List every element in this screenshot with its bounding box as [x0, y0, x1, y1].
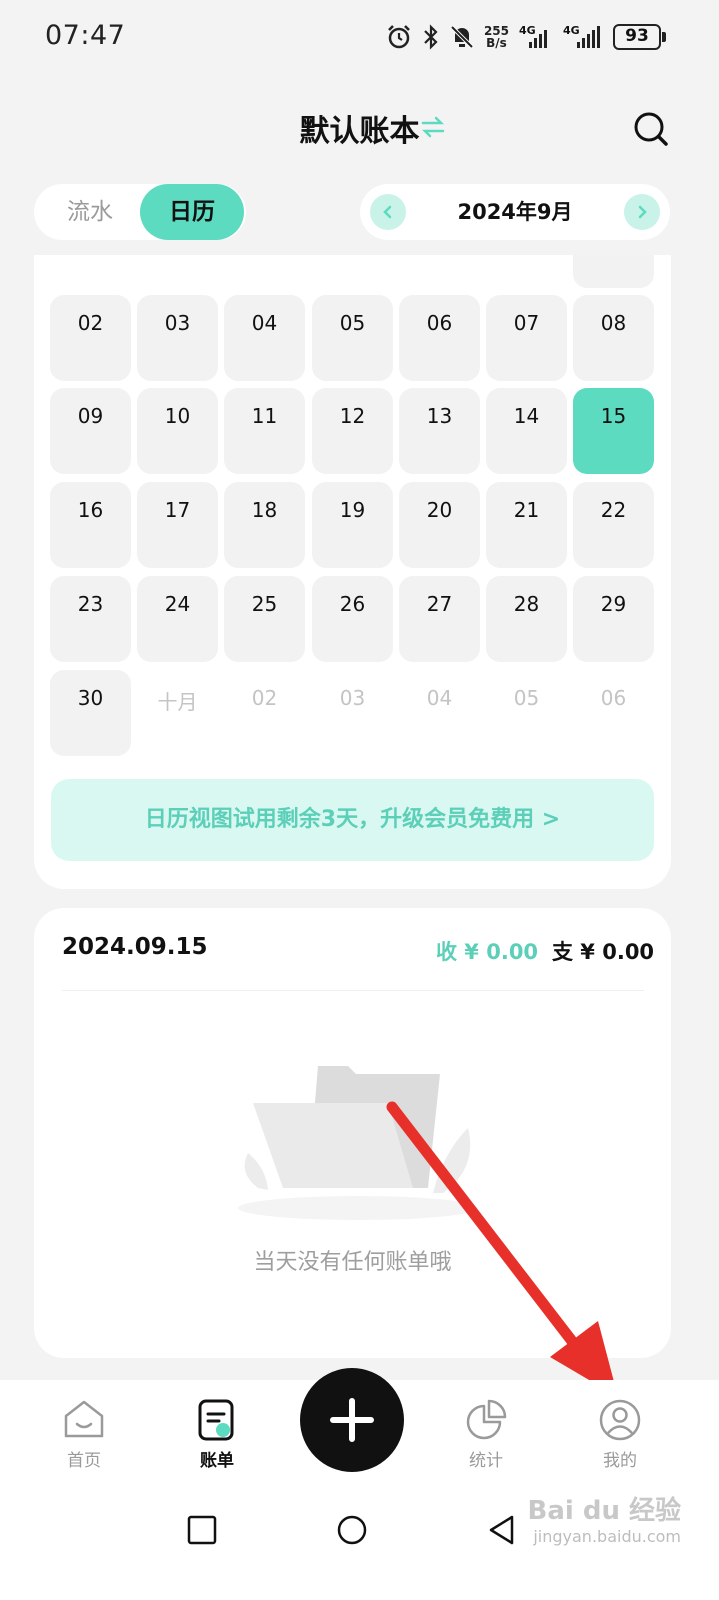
- expense-total: 支 ¥ 0.00: [552, 940, 655, 964]
- tab-label-bills: 账单: [200, 1451, 234, 1471]
- calendar-day[interactable]: 06: [573, 670, 654, 756]
- user-icon: [599, 1399, 641, 1441]
- calendar-day[interactable]: 03: [312, 670, 393, 756]
- bluetooth-icon: [424, 24, 438, 50]
- prev-month-button[interactable]: [370, 194, 406, 230]
- signal-2: 4G: [563, 24, 603, 50]
- upgrade-promo-banner[interactable]: 日历视图试用剩余3天，升级会员免费用 >: [51, 779, 654, 861]
- next-month-button[interactable]: [624, 194, 660, 230]
- calendar-day[interactable]: 十月: [137, 670, 218, 756]
- calendar-day[interactable]: 05: [486, 670, 567, 756]
- month-navigator: 2024年9月: [360, 184, 670, 240]
- calendar-day[interactable]: 22: [573, 482, 654, 568]
- recents-icon[interactable]: [186, 1514, 218, 1546]
- net-speed: 255 B/s: [483, 24, 509, 50]
- calendar-day[interactable]: 14: [486, 388, 567, 474]
- home-circle-icon[interactable]: [336, 1514, 368, 1546]
- calendar-day[interactable]: 10: [137, 388, 218, 474]
- calendar-day[interactable]: 07: [486, 295, 567, 381]
- status-time: 07:47: [45, 20, 126, 51]
- add-record-button[interactable]: [300, 1368, 404, 1472]
- calendar-day[interactable]: 04: [399, 670, 480, 756]
- calendar-day[interactable]: 09: [50, 388, 131, 474]
- bill-date: 2024.09.15: [62, 934, 208, 960]
- calendar-cell-previous-row: [573, 255, 654, 288]
- calendar-day[interactable]: 18: [224, 482, 305, 568]
- signal-1: 4G: [519, 24, 553, 50]
- income-total: 收 ¥ 0.00: [436, 940, 539, 964]
- signal-icon: [529, 30, 547, 48]
- tab-bills[interactable]: 账单: [167, 1380, 267, 1490]
- tab-label-me: 我的: [603, 1451, 637, 1471]
- chevron-left-icon: [383, 205, 392, 219]
- calendar-day[interactable]: 23: [50, 576, 131, 662]
- calendar-day-selected[interactable]: 15: [573, 388, 654, 474]
- tab-me[interactable]: 我的: [570, 1380, 670, 1490]
- calendar-day[interactable]: 12: [312, 388, 393, 474]
- watermark-main: Bai du 经验: [527, 1496, 682, 1526]
- calendar-day[interactable]: 21: [486, 482, 567, 568]
- status-icons: 255 B/s 4G 4G 93: [386, 22, 666, 52]
- tab-stats[interactable]: 统计: [436, 1380, 536, 1490]
- pie-chart-icon: [466, 1399, 507, 1440]
- calendar-day[interactable]: 16: [50, 482, 131, 568]
- alarm-icon: [388, 25, 410, 49]
- calendar-day[interactable]: 02: [224, 670, 305, 756]
- back-icon[interactable]: [486, 1514, 518, 1546]
- mute-bell-icon: [450, 25, 474, 49]
- tab-label-home: 首页: [67, 1451, 101, 1471]
- calendar-day[interactable]: 20: [399, 482, 480, 568]
- search-icon[interactable]: [632, 110, 670, 148]
- battery-indicator: 93: [613, 24, 666, 50]
- calendar-day[interactable]: 04: [224, 295, 305, 381]
- calendar-day[interactable]: 03: [137, 295, 218, 381]
- calendar-day[interactable]: 26: [312, 576, 393, 662]
- calendar-day[interactable]: 27: [399, 576, 480, 662]
- calendar-day[interactable]: 24: [137, 576, 218, 662]
- calendar-day[interactable]: 30: [50, 670, 131, 756]
- calendar-day[interactable]: 08: [573, 295, 654, 381]
- calendar-day[interactable]: 25: [224, 576, 305, 662]
- calendar-day[interactable]: 11: [224, 388, 305, 474]
- calendar-day[interactable]: 02: [50, 295, 131, 381]
- plus-icon: [330, 1398, 374, 1442]
- watermark: Bai du 经验 jingyan.baidu.com: [528, 1490, 682, 1546]
- calendar-day[interactable]: 13: [399, 388, 480, 474]
- chevron-right-icon: [638, 205, 647, 219]
- status-bar: 07:47 255 B/s 4G 4G 93: [0, 0, 719, 76]
- annotation-arrow-icon: [386, 1101, 618, 1397]
- home-icon: [64, 1400, 104, 1438]
- ledger-title[interactable]: 默认账本: [0, 106, 719, 150]
- calendar-day[interactable]: 17: [137, 482, 218, 568]
- calendar-day[interactable]: 28: [486, 576, 567, 662]
- tab-liushui[interactable]: 流水: [40, 184, 140, 240]
- tab-label-stats: 统计: [469, 1451, 503, 1471]
- header: 默认账本: [0, 96, 719, 160]
- view-segment-control: 流水 日历: [34, 184, 246, 240]
- calendar-day[interactable]: 29: [573, 576, 654, 662]
- calendar-day[interactable]: 06: [399, 295, 480, 381]
- calendar-card: 02 03 04 05 06 07 08 09 10 11 12 13 14 15 16 17 18 19 20 21…: [34, 255, 671, 889]
- swap-arrows-icon[interactable]: [420, 114, 446, 140]
- watermark-sub: jingyan.baidu.com: [533, 1527, 681, 1546]
- divider: [62, 990, 644, 991]
- bill-icon: [198, 1399, 234, 1441]
- tab-home[interactable]: 首页: [34, 1380, 134, 1490]
- tab-rili[interactable]: 日历: [140, 184, 244, 240]
- signal-icon: [577, 26, 600, 48]
- calendar-day[interactable]: 19: [312, 482, 393, 568]
- calendar-day[interactable]: 05: [312, 295, 393, 381]
